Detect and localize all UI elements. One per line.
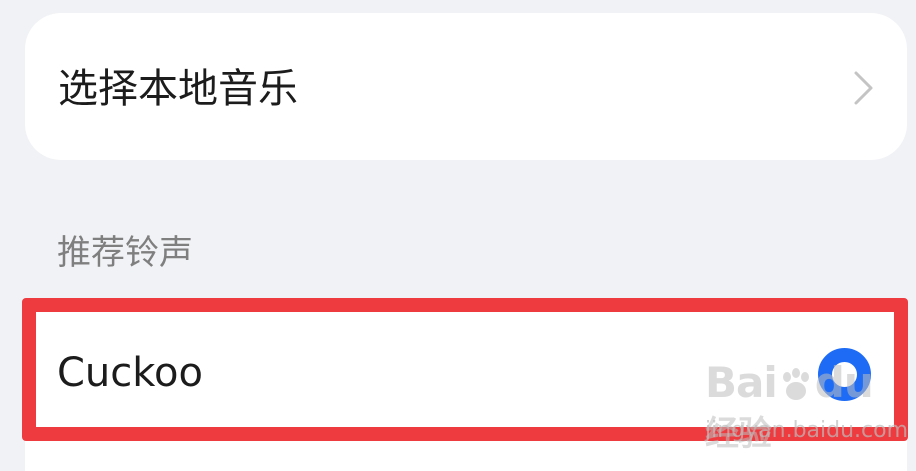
next-list-item[interactable] (25, 441, 907, 471)
section-title: 推荐铃声 (57, 233, 193, 273)
local-music-row[interactable]: 选择本地音乐 (25, 13, 907, 160)
chevron-right-icon (854, 71, 873, 105)
ringtone-name[interactable]: Cuckoo (57, 347, 203, 399)
local-music-label: 选择本地音乐 (58, 66, 298, 112)
radio-selected-icon[interactable] (818, 348, 871, 401)
